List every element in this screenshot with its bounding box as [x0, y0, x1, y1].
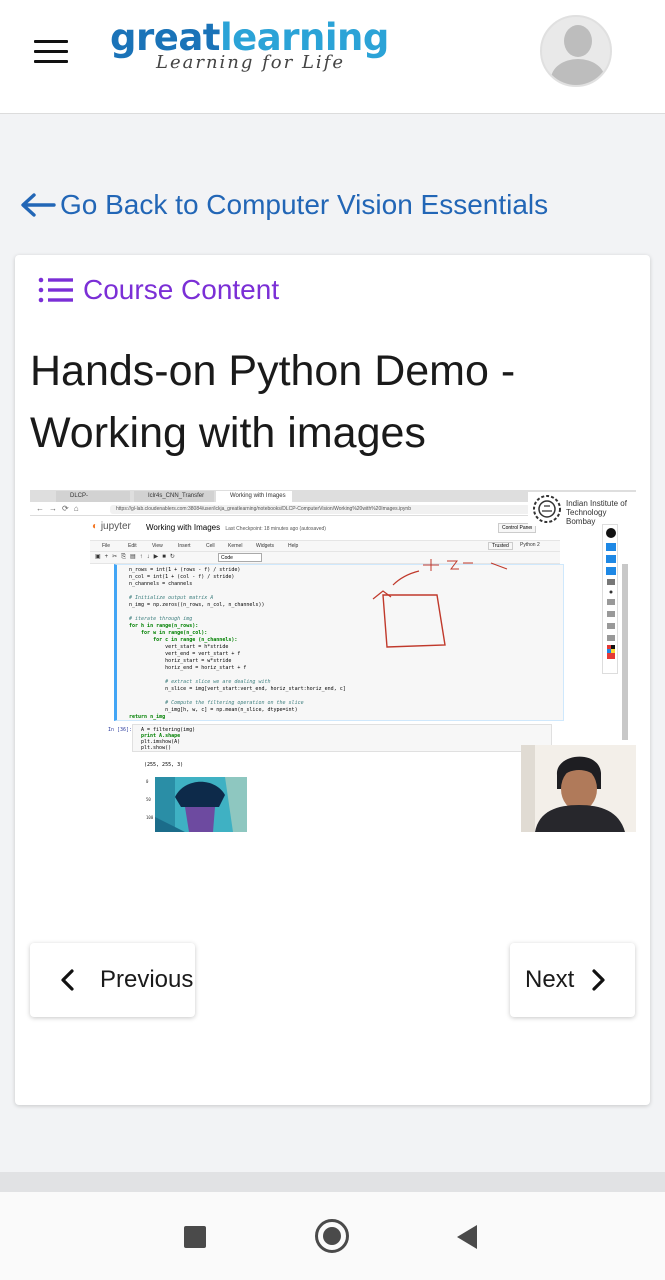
list-icon: [38, 277, 73, 303]
previous-label: Previous: [100, 966, 194, 993]
greatlearning-logo[interactable]: greatlearning Learning for Life: [110, 16, 410, 76]
recents-square-icon[interactable]: [184, 1226, 206, 1248]
menu-item: View: [152, 543, 163, 549]
jupyter-logo: ◐ jupyter: [92, 521, 131, 532]
lesson-card: Course Content Hands-on Python Demo - Wo…: [15, 255, 650, 1105]
back-to-course-link[interactable]: Go Back to Computer Vision Essentials: [20, 185, 548, 225]
code-line: for w in range(n_col):: [129, 630, 208, 636]
iit-name: Indian Institute of Technology Bombay: [566, 499, 627, 526]
code-line: n_img[h, w, c] = np.mean(n_slice, dtype=…: [129, 707, 298, 713]
app-header: greatlearning Learning for Life: [0, 0, 665, 114]
code-line: plt.show(): [141, 745, 172, 751]
back-link-label: Go Back to Computer Vision Essentials: [60, 189, 549, 220]
code-line: n_rows = int(1 + (rows - f) / stride): [129, 567, 241, 573]
jupyter-label: jupyter: [100, 521, 131, 532]
kernel-name: Python 2: [520, 542, 540, 548]
axis-tick: 100: [146, 815, 154, 820]
menu-item: Widgets: [256, 543, 275, 549]
course-content-link[interactable]: Course Content: [37, 272, 279, 308]
code-line: # Initialize output matrix A: [129, 595, 214, 601]
cell-type-select: Code: [218, 553, 262, 562]
browser-tab-active: Working with Images: [216, 491, 292, 502]
code-line: n_col = int(1 + (col - f) / stride): [129, 574, 235, 580]
code-cell: n_rows = int(1 + (rows - f) / stride) n_…: [114, 559, 564, 721]
browser-nav-icons: ←→⟳⌂: [36, 504, 84, 513]
footer-band: [0, 1172, 665, 1192]
arrow-left-icon: [21, 193, 56, 217]
code-line: n_img = np.zeros((n_rows, n_col, n_chann…: [129, 602, 265, 608]
plot-image: [155, 777, 247, 832]
iit-bombay-logo: Indian Institute of Technology Bombay: [528, 492, 636, 526]
browser-tab: DLCP-ComputerVision/: [56, 491, 130, 510]
pen-toolbar: [602, 524, 618, 674]
axis-tick: 50: [146, 797, 151, 802]
code-line: n_channels = channels: [129, 581, 193, 587]
chevron-right-icon: [592, 969, 605, 991]
cell-prompt: In [36]:: [108, 727, 133, 733]
menu-item: Edit: [128, 543, 137, 549]
code-line: n_slice = img[vert_start:vert_end, horiz…: [129, 686, 346, 692]
iit-seal-icon: [533, 495, 561, 523]
menu-item: Cell: [206, 543, 215, 549]
notebook-title: Working with Images: [146, 523, 221, 532]
code-line: vert_end = vert_start + f: [129, 651, 241, 657]
lesson-title: Hands-on Python Demo - Working with imag…: [30, 347, 516, 457]
browser-tab: Iclr4s_CNN_Transfer: [134, 491, 214, 502]
menu-item: Insert: [178, 543, 191, 549]
axis-tick: 0: [146, 779, 149, 784]
code-line: # extract slice we are dealing with: [129, 679, 271, 685]
menu-item: Kernel: [228, 543, 243, 549]
video-player[interactable]: DLCP-ComputerVision/ Iclr4s_CNN_Transfer…: [30, 490, 636, 832]
code-line: horiz_end = horiz_start + f: [129, 665, 247, 671]
jupyter-header: ◐ jupyter Working with Images Last Check…: [90, 518, 560, 540]
home-circle-icon[interactable]: [315, 1219, 349, 1253]
checkpoint-text: Last Checkpoint: 18 minutes ago (autosav…: [225, 526, 326, 532]
logo-tagline: Learning for Life: [156, 52, 345, 73]
toolbar-icons: ▣+✂⎘▤↑↓▶■↻: [95, 554, 179, 560]
course-content-label: Course Content: [83, 274, 280, 305]
next-label: Next: [525, 966, 575, 993]
code-line: for h in range(n_rows):: [129, 623, 199, 629]
code-line: vert_start = h*stride: [129, 644, 229, 650]
android-navigation-bar: [0, 1192, 665, 1280]
presenter-webcam: [521, 745, 636, 832]
menu-item: Help: [288, 543, 299, 549]
code-cell-2: A = filtering(img) print A.shape plt.ims…: [132, 724, 552, 752]
menu-item: File: [102, 543, 111, 549]
user-avatar-icon[interactable]: [540, 15, 612, 87]
plot-axis-ticks: 0 50 100: [146, 773, 153, 827]
back-triangle-icon[interactable]: [455, 1224, 479, 1250]
cell-output: (255, 255, 3): [144, 762, 184, 768]
address-url: https://gl-lab.cloudenablers.com:38084/u…: [110, 505, 530, 514]
code-line: return n_img: [129, 714, 166, 720]
chevron-left-icon: [61, 969, 74, 991]
next-button[interactable]: Next: [510, 943, 635, 1017]
code-line: # iterate through img: [129, 616, 193, 622]
trusted-badge: Trusted: [488, 542, 513, 550]
code-line: # Compute the filtering operation on the…: [129, 700, 304, 706]
scrollbar: [622, 564, 628, 740]
hamburger-icon[interactable]: [34, 40, 70, 64]
code-line: for c in range (n_channels):: [129, 637, 238, 643]
notebook-name: Working with Images Last Checkpoint: 18 …: [146, 523, 326, 532]
jupyter-menubar: File Edit View Insert Cell Kernel Widget…: [90, 540, 560, 552]
code-line: horiz_start = w*stride: [129, 658, 232, 664]
previous-button[interactable]: Previous: [30, 943, 195, 1017]
handwritten-annotation: [372, 559, 508, 648]
